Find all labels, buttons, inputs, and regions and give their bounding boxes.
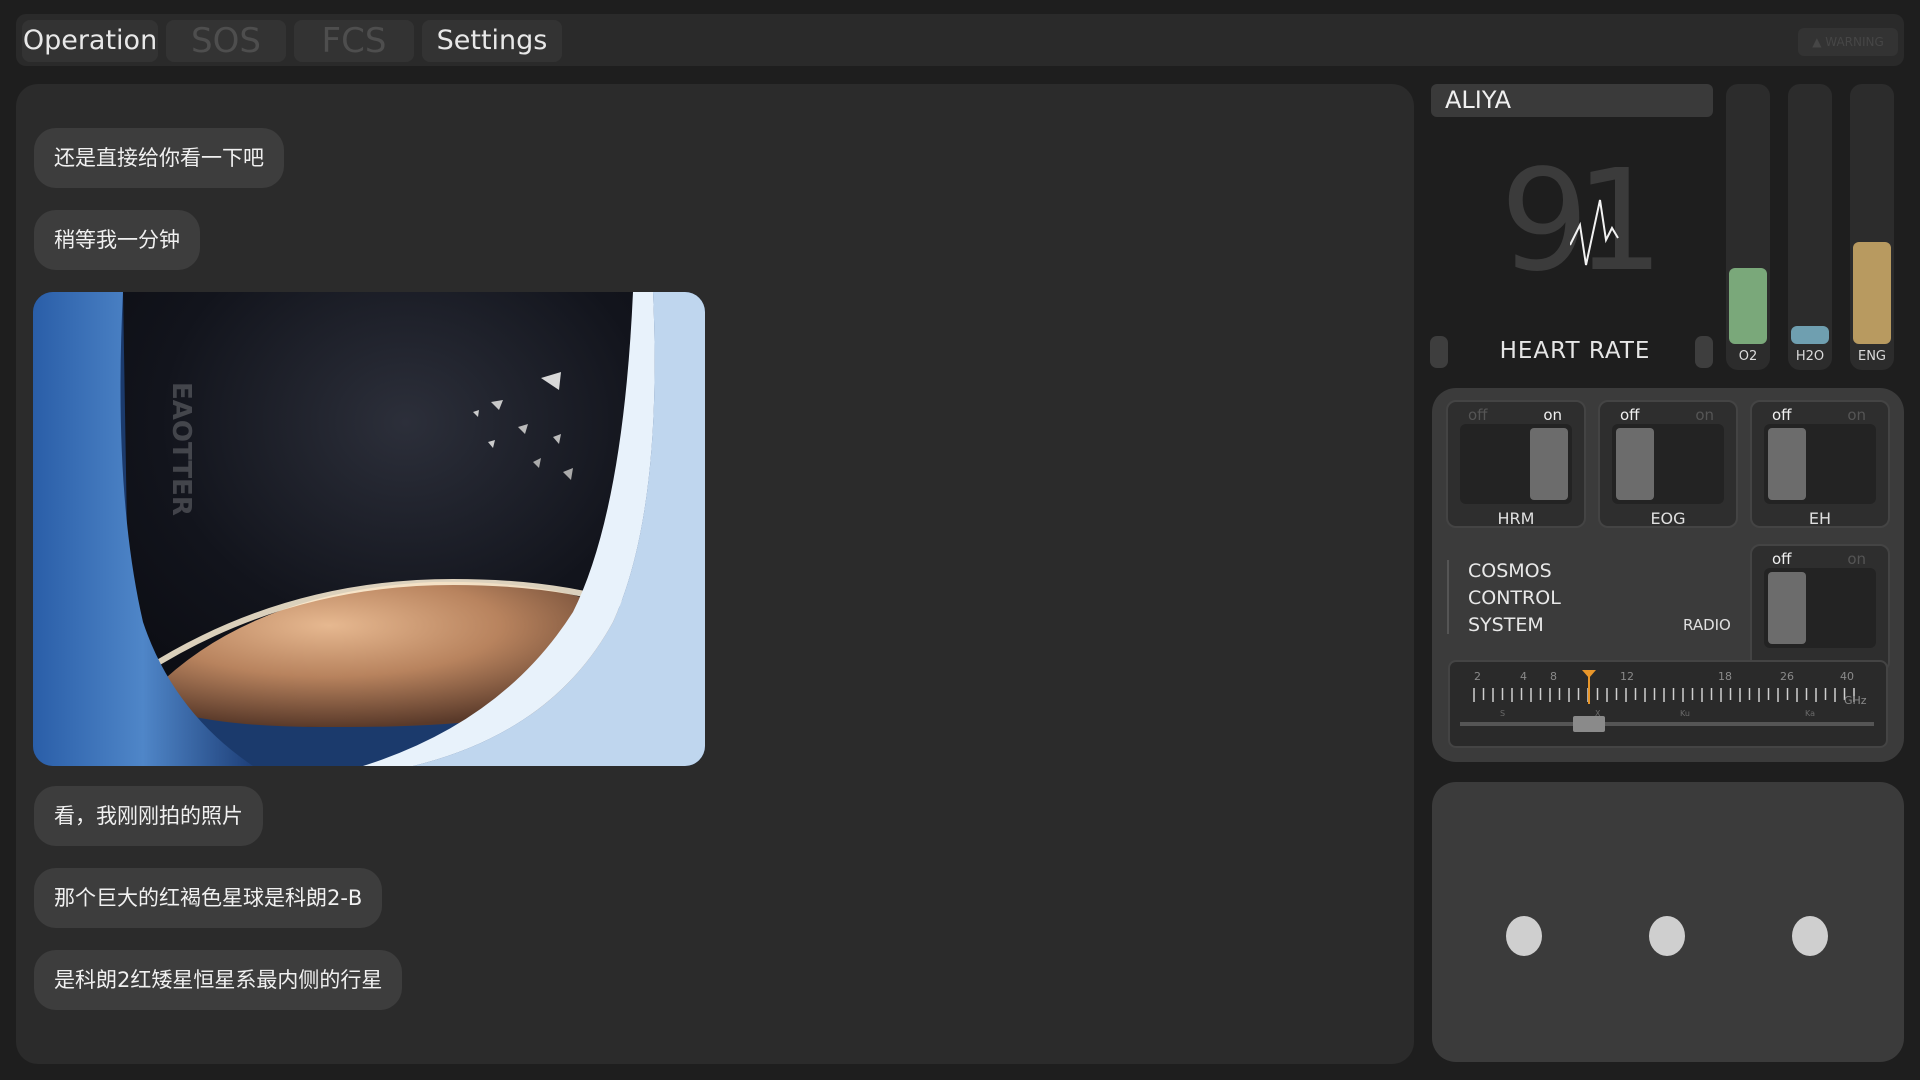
pad-button-3[interactable] bbox=[1792, 916, 1828, 956]
switch-name: HRM bbox=[1497, 509, 1535, 528]
tab-operation[interactable]: Operation bbox=[22, 20, 158, 62]
warning-icon: ▲ bbox=[1812, 35, 1826, 49]
switch-off-label: off bbox=[1468, 406, 1488, 424]
title-line: SYSTEM bbox=[1468, 614, 1544, 636]
pad-button-2[interactable] bbox=[1649, 916, 1685, 956]
switch-knob[interactable] bbox=[1616, 428, 1654, 500]
switch-knob[interactable] bbox=[1768, 572, 1806, 644]
gauge-h2o: H2O bbox=[1788, 84, 1832, 370]
tick-label: 8 bbox=[1550, 670, 1557, 683]
switch-on-label: on bbox=[1695, 406, 1714, 424]
chat-panel: 还是直接给你看一下吧 稍等我一分钟 EAOTTER 看，我刚刚拍的照片 那个巨大… bbox=[16, 84, 1414, 1064]
switch-knob[interactable] bbox=[1530, 428, 1568, 500]
switch-off-label: off bbox=[1620, 406, 1640, 424]
switch-eh[interactable]: off on EH bbox=[1750, 400, 1890, 528]
tuner-slider-handle[interactable] bbox=[1573, 716, 1605, 732]
chat-message: 还是直接给你看一下吧 bbox=[34, 128, 284, 188]
switch-on-label: on bbox=[1847, 550, 1866, 568]
tab-fcs[interactable]: FCS bbox=[294, 20, 414, 62]
switch-track bbox=[1460, 424, 1572, 504]
tick-label: 18 bbox=[1718, 670, 1732, 683]
frequency-scale: 2 4 8 12 18 26 40 GHz S X Ku Ka bbox=[1460, 670, 1874, 726]
tick-label: 4 bbox=[1520, 670, 1527, 683]
title-line: COSMOS bbox=[1468, 560, 1552, 582]
crew-name: ALIYA bbox=[1431, 84, 1713, 117]
radio-label: RADIO bbox=[1683, 616, 1731, 634]
gauge-eng: ENG bbox=[1850, 84, 1894, 370]
switch-off-label: off bbox=[1772, 406, 1792, 424]
switch-radio[interactable]: off on bbox=[1750, 544, 1890, 672]
pad-button-1[interactable] bbox=[1506, 916, 1542, 956]
cosmos-control-system-title: COSMOS CONTROL SYSTEM bbox=[1468, 558, 1561, 639]
title-line: CONTROL bbox=[1468, 587, 1561, 609]
chat-message: 稍等我一分钟 bbox=[34, 210, 200, 270]
chat-message: 那个巨大的红褐色星球是科朗2-B bbox=[34, 868, 383, 928]
chat-message: 是科朗2红矮星恒星系最内侧的行星 bbox=[34, 950, 403, 1010]
tick-label: 12 bbox=[1620, 670, 1634, 683]
switch-on-label: on bbox=[1543, 406, 1562, 424]
band-label: Ku bbox=[1680, 709, 1690, 718]
chat-photo[interactable]: EAOTTER bbox=[33, 292, 705, 766]
gauge-label: ENG bbox=[1857, 349, 1886, 364]
gauge-label: O2 bbox=[1738, 349, 1758, 364]
switch-track bbox=[1764, 424, 1876, 504]
warning-label: WARNING bbox=[1825, 35, 1884, 49]
heart-rate-label: HEART RATE bbox=[1499, 338, 1651, 364]
band-label: S bbox=[1500, 709, 1505, 718]
hr-left-indicator bbox=[1430, 336, 1448, 368]
tab-sos[interactable]: SOS bbox=[166, 20, 286, 62]
switch-knob[interactable] bbox=[1768, 428, 1806, 500]
chat-message: 看，我刚刚拍的照片 bbox=[34, 786, 263, 846]
switch-track bbox=[1764, 568, 1876, 648]
photo-caption: EAOTTER bbox=[166, 382, 196, 516]
gauge-fill bbox=[1853, 242, 1891, 344]
band-label: Ka bbox=[1805, 709, 1815, 718]
gauge-fill bbox=[1729, 268, 1767, 344]
switch-on-label: on bbox=[1847, 406, 1866, 424]
ccs-divider bbox=[1447, 560, 1449, 634]
switch-eog[interactable]: off on EOG bbox=[1598, 400, 1738, 528]
switch-name: EH bbox=[1808, 509, 1832, 528]
gauge-fill bbox=[1791, 326, 1829, 344]
top-tab-bar: Operation SOS FCS Settings ▲ WARNING bbox=[16, 14, 1904, 66]
tab-settings[interactable]: Settings bbox=[422, 20, 562, 62]
hr-right-indicator bbox=[1695, 336, 1713, 368]
tick-label: 2 bbox=[1474, 670, 1481, 683]
switch-track bbox=[1612, 424, 1724, 504]
switch-off-label: off bbox=[1772, 550, 1792, 568]
gauge-label: H2O bbox=[1795, 349, 1825, 364]
switch-name: EOG bbox=[1650, 509, 1686, 528]
space-window-image: EAOTTER bbox=[33, 292, 705, 766]
control-pad bbox=[1432, 782, 1904, 1062]
warning-button[interactable]: ▲ WARNING bbox=[1798, 28, 1898, 56]
radio-tuner[interactable]: 2 4 8 12 18 26 40 GHz S X Ku Ka bbox=[1448, 660, 1888, 748]
heartbeat-wave-icon bbox=[1570, 199, 1619, 266]
tick-label: 26 bbox=[1780, 670, 1794, 683]
switch-hrm[interactable]: off on HRM bbox=[1446, 400, 1586, 528]
frequency-unit: GHz bbox=[1844, 694, 1867, 707]
tuner-needle-icon bbox=[1582, 670, 1596, 704]
gauge-o2: O2 bbox=[1726, 84, 1770, 370]
tick-label: 40 bbox=[1840, 670, 1854, 683]
